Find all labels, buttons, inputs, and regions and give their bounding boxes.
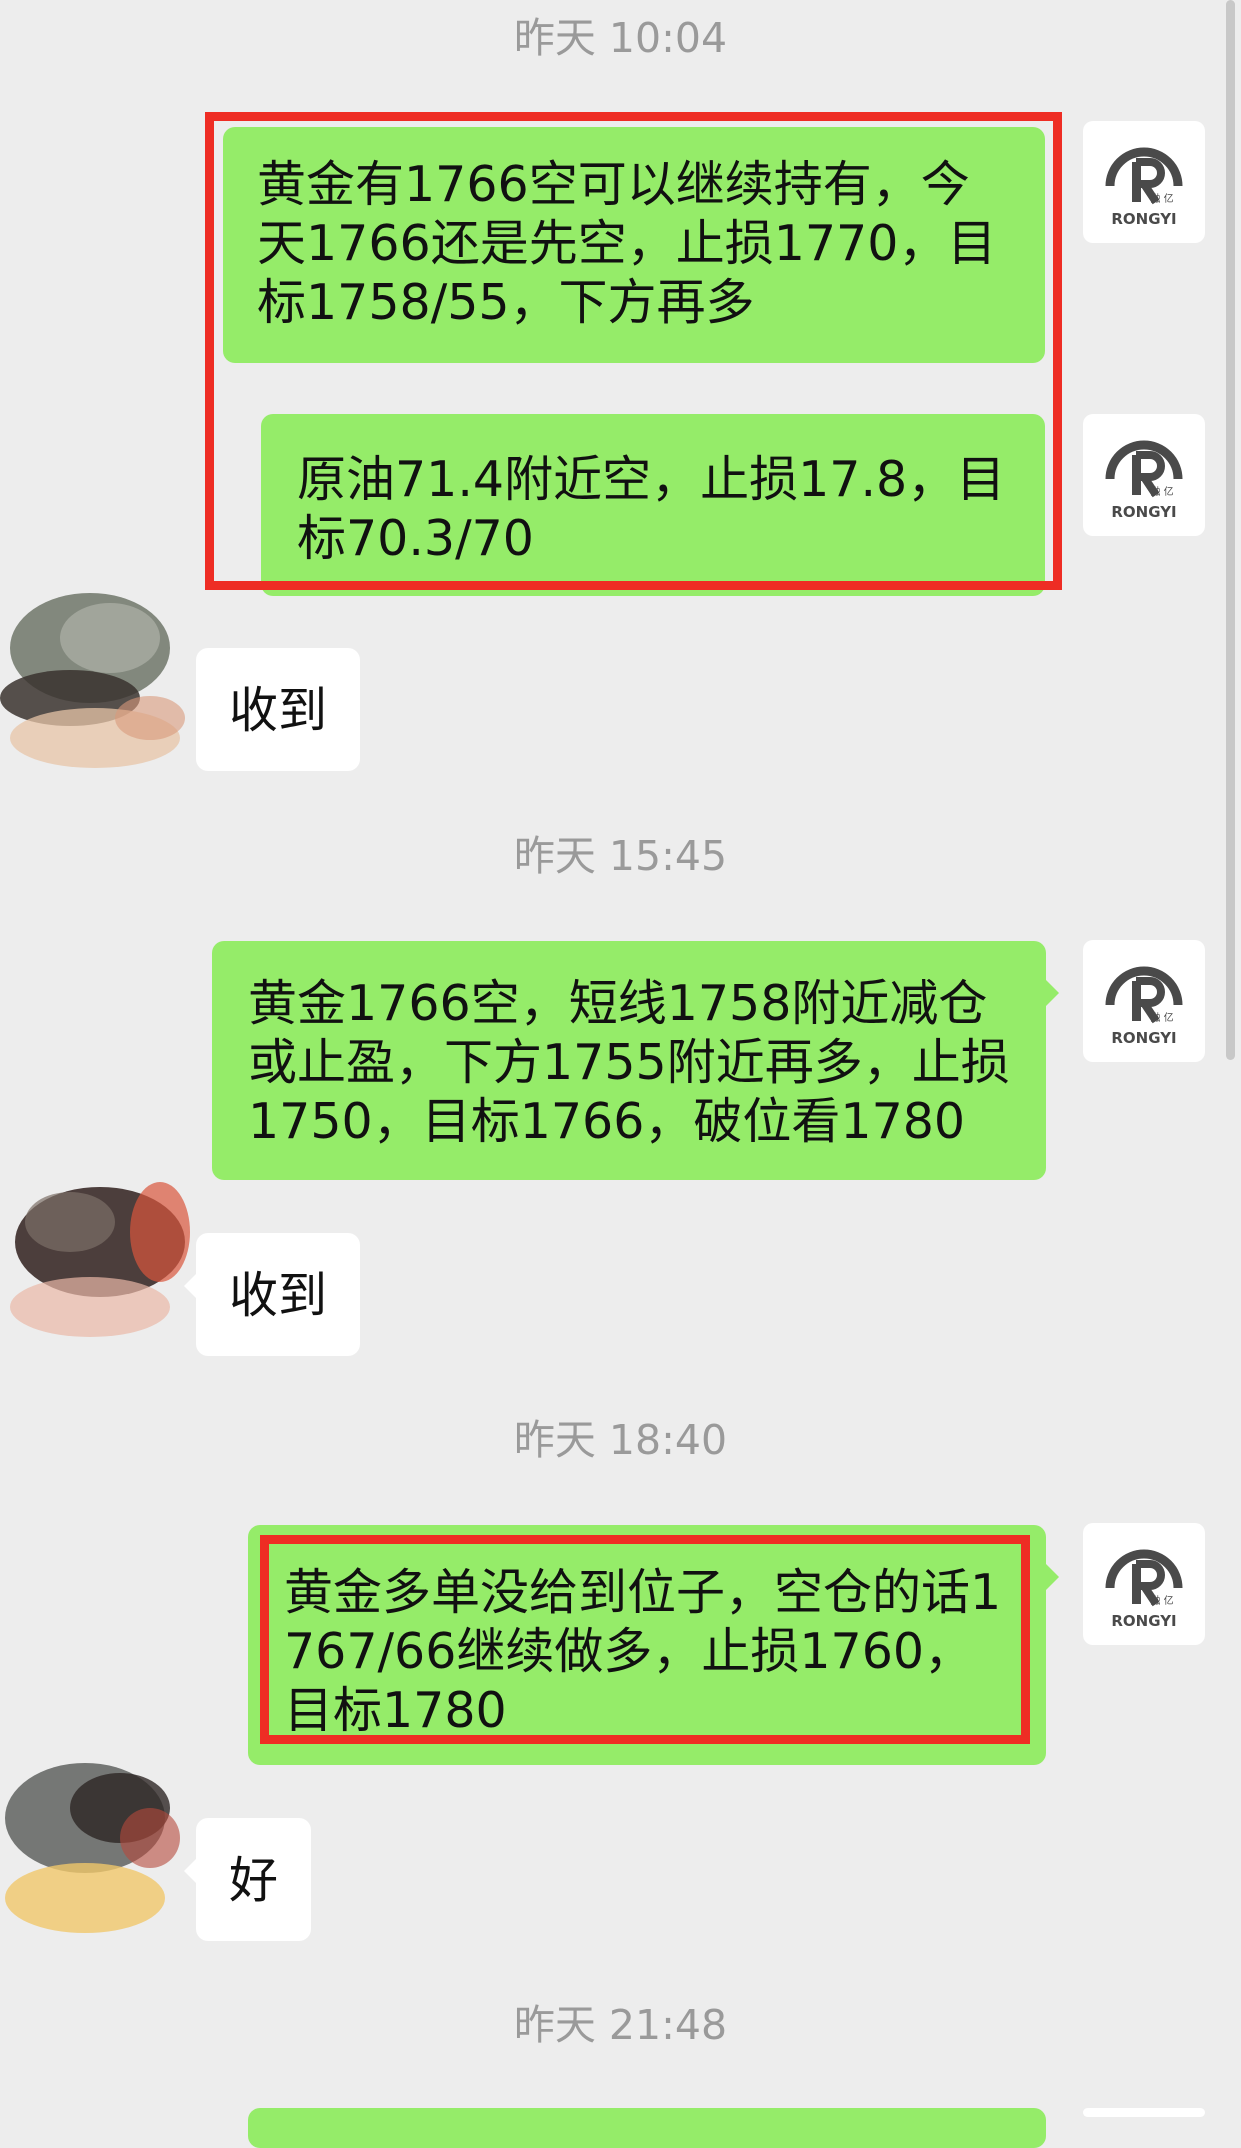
outgoing-message[interactable]: 黄金多单没给到位子，空仓的话1767/66继续做多，止损1760，目标1780	[248, 1525, 1059, 1765]
incoming-message[interactable]: 好	[184, 1818, 312, 1941]
sender-avatar[interactable]: RONGYI 融 亿	[1083, 414, 1205, 536]
svg-text:RONGYI: RONGYI	[1111, 1612, 1176, 1630]
rongyi-logo-icon: RONGYI 融 亿	[1105, 966, 1183, 1047]
incoming-message[interactable]: 收到	[196, 648, 361, 771]
svg-text:融 亿: 融 亿	[1150, 1011, 1173, 1024]
message-text: 黄金有1766空可以继续持有，今天1766还是先空，止损1770，目标1758/…	[257, 156, 997, 331]
outgoing-message[interactable]: 黄金有1766空可以继续持有，今天1766还是先空，止损1770，目标1758/…	[223, 127, 1045, 363]
sender-avatar[interactable]: RONGYI 融 亿	[1083, 1523, 1205, 1645]
message-text: 原油71.4附近空，止损17.8，目标70.3/70	[297, 451, 1006, 567]
receiver-avatar[interactable]	[0, 578, 196, 774]
svg-text:RONGYI: RONGYI	[1111, 1029, 1176, 1047]
sender-avatar[interactable]: RONGYI 融 亿	[1083, 940, 1205, 1062]
outgoing-message[interactable]	[248, 2108, 1046, 2148]
sender-avatar[interactable]	[1083, 2108, 1205, 2117]
rongyi-logo-icon: RONGYI 融 亿	[1105, 1549, 1183, 1630]
svg-text:融 亿: 融 亿	[1150, 485, 1173, 498]
incoming-message[interactable]: 收到	[184, 1233, 361, 1356]
message-text: 好	[229, 1852, 279, 1909]
scrollbar[interactable]	[1226, 0, 1235, 1060]
svg-text:融 亿: 融 亿	[1150, 1594, 1173, 1607]
timestamp: 昨天 18:40	[513, 1416, 728, 1464]
receiver-avatar[interactable]	[0, 1748, 196, 1944]
message-text: 收到	[229, 682, 328, 739]
message-text: 黄金1766空，短线1758附近减仓或止盈，下方1755附近再多，止损1750，…	[248, 975, 1010, 1150]
scribble-avatar-icon	[5, 1763, 180, 1933]
scribble-avatar-icon	[10, 1182, 190, 1337]
svg-text:RONGYI: RONGYI	[1111, 503, 1176, 521]
message-text: 黄金多单没给到位子，空仓的话1767/66继续做多，止损1760，目标1780	[284, 1564, 1002, 1739]
scribble-avatar-icon	[0, 593, 185, 768]
sender-avatar[interactable]: RONGYI 融 亿	[1083, 121, 1205, 243]
outgoing-message[interactable]: 黄金1766空，短线1758附近减仓或止盈，下方1755附近再多，止损1750，…	[212, 941, 1059, 1180]
svg-text:融 亿: 融 亿	[1150, 192, 1173, 205]
receiver-avatar[interactable]	[0, 1162, 196, 1358]
svg-text:RONGYI: RONGYI	[1111, 210, 1176, 228]
timestamp: 昨天 15:45	[513, 832, 728, 880]
timestamp: 昨天 10:04	[513, 14, 728, 62]
outgoing-message[interactable]: 原油71.4附近空，止损17.8，目标70.3/70	[261, 414, 1045, 596]
rongyi-logo-icon: RONGYI 融 亿	[1105, 440, 1183, 521]
message-text: 收到	[229, 1267, 328, 1324]
timestamp: 昨天 21:48	[513, 2001, 728, 2049]
rongyi-logo-icon: RONGYI 融 亿	[1105, 147, 1183, 228]
